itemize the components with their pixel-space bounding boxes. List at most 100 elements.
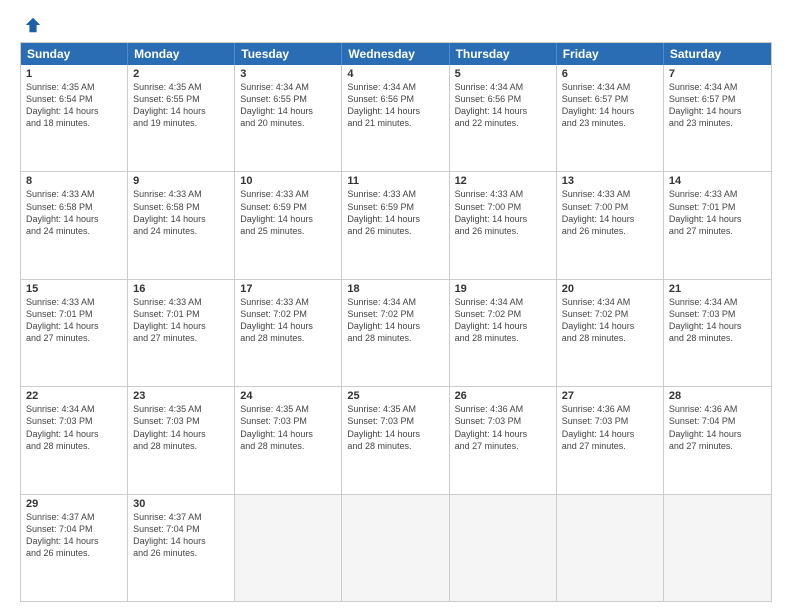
weekday-wednesday: Wednesday xyxy=(342,43,449,65)
day-number: 26 xyxy=(455,390,551,402)
cell-content: Sunrise: 4:35 AM Sunset: 7:03 PM Dayligh… xyxy=(347,403,443,452)
day-number: 16 xyxy=(133,283,229,295)
day-number: 13 xyxy=(562,175,658,187)
cell-content: Sunrise: 4:33 AM Sunset: 7:02 PM Dayligh… xyxy=(240,296,336,345)
weekday-monday: Monday xyxy=(128,43,235,65)
weekday-saturday: Saturday xyxy=(664,43,771,65)
cell-content: Sunrise: 4:34 AM Sunset: 7:03 PM Dayligh… xyxy=(669,296,766,345)
day-number: 30 xyxy=(133,498,229,510)
cell-content: Sunrise: 4:33 AM Sunset: 6:58 PM Dayligh… xyxy=(133,188,229,237)
calendar-cell-r3c2: 24Sunrise: 4:35 AM Sunset: 7:03 PM Dayli… xyxy=(235,387,342,493)
day-number: 7 xyxy=(669,68,766,80)
calendar-header: Sunday Monday Tuesday Wednesday Thursday… xyxy=(21,43,771,65)
calendar-cell-r1c3: 11Sunrise: 4:33 AM Sunset: 6:59 PM Dayli… xyxy=(342,172,449,278)
cell-content: Sunrise: 4:34 AM Sunset: 7:02 PM Dayligh… xyxy=(562,296,658,345)
calendar-cell-r3c1: 23Sunrise: 4:35 AM Sunset: 7:03 PM Dayli… xyxy=(128,387,235,493)
calendar-cell-r1c2: 10Sunrise: 4:33 AM Sunset: 6:59 PM Dayli… xyxy=(235,172,342,278)
day-number: 25 xyxy=(347,390,443,402)
cell-content: Sunrise: 4:33 AM Sunset: 7:01 PM Dayligh… xyxy=(26,296,122,345)
calendar-cell-r0c5: 6Sunrise: 4:34 AM Sunset: 6:57 PM Daylig… xyxy=(557,65,664,171)
calendar-row-4: 29Sunrise: 4:37 AM Sunset: 7:04 PM Dayli… xyxy=(21,494,771,601)
calendar-cell-r0c6: 7Sunrise: 4:34 AM Sunset: 6:57 PM Daylig… xyxy=(664,65,771,171)
day-number: 17 xyxy=(240,283,336,295)
day-number: 28 xyxy=(669,390,766,402)
header xyxy=(20,16,772,34)
calendar-cell-r4c0: 29Sunrise: 4:37 AM Sunset: 7:04 PM Dayli… xyxy=(21,495,128,601)
cell-content: Sunrise: 4:34 AM Sunset: 6:57 PM Dayligh… xyxy=(562,81,658,130)
cell-content: Sunrise: 4:36 AM Sunset: 7:03 PM Dayligh… xyxy=(562,403,658,452)
calendar-cell-r2c5: 20Sunrise: 4:34 AM Sunset: 7:02 PM Dayli… xyxy=(557,280,664,386)
calendar-cell-r3c3: 25Sunrise: 4:35 AM Sunset: 7:03 PM Dayli… xyxy=(342,387,449,493)
day-number: 15 xyxy=(26,283,122,295)
day-number: 6 xyxy=(562,68,658,80)
cell-content: Sunrise: 4:35 AM Sunset: 6:54 PM Dayligh… xyxy=(26,81,122,130)
calendar-row-0: 1Sunrise: 4:35 AM Sunset: 6:54 PM Daylig… xyxy=(21,65,771,171)
calendar-cell-r3c4: 26Sunrise: 4:36 AM Sunset: 7:03 PM Dayli… xyxy=(450,387,557,493)
cell-content: Sunrise: 4:34 AM Sunset: 7:02 PM Dayligh… xyxy=(455,296,551,345)
calendar-cell-r4c2 xyxy=(235,495,342,601)
day-number: 11 xyxy=(347,175,443,187)
logo-icon xyxy=(24,16,42,34)
cell-content: Sunrise: 4:34 AM Sunset: 6:57 PM Dayligh… xyxy=(669,81,766,130)
calendar-cell-r2c0: 15Sunrise: 4:33 AM Sunset: 7:01 PM Dayli… xyxy=(21,280,128,386)
calendar-cell-r1c4: 12Sunrise: 4:33 AM Sunset: 7:00 PM Dayli… xyxy=(450,172,557,278)
day-number: 9 xyxy=(133,175,229,187)
cell-content: Sunrise: 4:33 AM Sunset: 7:01 PM Dayligh… xyxy=(133,296,229,345)
calendar-cell-r4c6 xyxy=(664,495,771,601)
day-number: 4 xyxy=(347,68,443,80)
cell-content: Sunrise: 4:36 AM Sunset: 7:04 PM Dayligh… xyxy=(669,403,766,452)
day-number: 29 xyxy=(26,498,122,510)
calendar-row-2: 15Sunrise: 4:33 AM Sunset: 7:01 PM Dayli… xyxy=(21,279,771,386)
calendar-cell-r2c2: 17Sunrise: 4:33 AM Sunset: 7:02 PM Dayli… xyxy=(235,280,342,386)
weekday-tuesday: Tuesday xyxy=(235,43,342,65)
cell-content: Sunrise: 4:34 AM Sunset: 6:55 PM Dayligh… xyxy=(240,81,336,130)
calendar-cell-r2c6: 21Sunrise: 4:34 AM Sunset: 7:03 PM Dayli… xyxy=(664,280,771,386)
calendar-cell-r0c2: 3Sunrise: 4:34 AM Sunset: 6:55 PM Daylig… xyxy=(235,65,342,171)
calendar-cell-r1c6: 14Sunrise: 4:33 AM Sunset: 7:01 PM Dayli… xyxy=(664,172,771,278)
cell-content: Sunrise: 4:33 AM Sunset: 7:00 PM Dayligh… xyxy=(455,188,551,237)
calendar-cell-r0c0: 1Sunrise: 4:35 AM Sunset: 6:54 PM Daylig… xyxy=(21,65,128,171)
calendar-cell-r4c5 xyxy=(557,495,664,601)
calendar-row-1: 8Sunrise: 4:33 AM Sunset: 6:58 PM Daylig… xyxy=(21,171,771,278)
cell-content: Sunrise: 4:37 AM Sunset: 7:04 PM Dayligh… xyxy=(26,511,122,560)
calendar: Sunday Monday Tuesday Wednesday Thursday… xyxy=(20,42,772,602)
calendar-cell-r4c3 xyxy=(342,495,449,601)
cell-content: Sunrise: 4:33 AM Sunset: 6:58 PM Dayligh… xyxy=(26,188,122,237)
calendar-cell-r2c3: 18Sunrise: 4:34 AM Sunset: 7:02 PM Dayli… xyxy=(342,280,449,386)
page: Sunday Monday Tuesday Wednesday Thursday… xyxy=(0,0,792,612)
cell-content: Sunrise: 4:36 AM Sunset: 7:03 PM Dayligh… xyxy=(455,403,551,452)
cell-content: Sunrise: 4:34 AM Sunset: 7:03 PM Dayligh… xyxy=(26,403,122,452)
day-number: 12 xyxy=(455,175,551,187)
calendar-cell-r1c1: 9Sunrise: 4:33 AM Sunset: 6:58 PM Daylig… xyxy=(128,172,235,278)
day-number: 8 xyxy=(26,175,122,187)
calendar-cell-r3c5: 27Sunrise: 4:36 AM Sunset: 7:03 PM Dayli… xyxy=(557,387,664,493)
day-number: 2 xyxy=(133,68,229,80)
day-number: 22 xyxy=(26,390,122,402)
cell-content: Sunrise: 4:37 AM Sunset: 7:04 PM Dayligh… xyxy=(133,511,229,560)
day-number: 10 xyxy=(240,175,336,187)
cell-content: Sunrise: 4:33 AM Sunset: 6:59 PM Dayligh… xyxy=(240,188,336,237)
cell-content: Sunrise: 4:34 AM Sunset: 6:56 PM Dayligh… xyxy=(455,81,551,130)
calendar-cell-r0c3: 4Sunrise: 4:34 AM Sunset: 6:56 PM Daylig… xyxy=(342,65,449,171)
cell-content: Sunrise: 4:34 AM Sunset: 6:56 PM Dayligh… xyxy=(347,81,443,130)
weekday-thursday: Thursday xyxy=(450,43,557,65)
cell-content: Sunrise: 4:33 AM Sunset: 7:00 PM Dayligh… xyxy=(562,188,658,237)
day-number: 1 xyxy=(26,68,122,80)
cell-content: Sunrise: 4:35 AM Sunset: 7:03 PM Dayligh… xyxy=(133,403,229,452)
weekday-friday: Friday xyxy=(557,43,664,65)
calendar-body: 1Sunrise: 4:35 AM Sunset: 6:54 PM Daylig… xyxy=(21,65,771,601)
day-number: 19 xyxy=(455,283,551,295)
calendar-cell-r1c0: 8Sunrise: 4:33 AM Sunset: 6:58 PM Daylig… xyxy=(21,172,128,278)
day-number: 18 xyxy=(347,283,443,295)
calendar-cell-r2c4: 19Sunrise: 4:34 AM Sunset: 7:02 PM Dayli… xyxy=(450,280,557,386)
cell-content: Sunrise: 4:33 AM Sunset: 6:59 PM Dayligh… xyxy=(347,188,443,237)
calendar-cell-r3c6: 28Sunrise: 4:36 AM Sunset: 7:04 PM Dayli… xyxy=(664,387,771,493)
weekday-sunday: Sunday xyxy=(21,43,128,65)
cell-content: Sunrise: 4:35 AM Sunset: 7:03 PM Dayligh… xyxy=(240,403,336,452)
day-number: 24 xyxy=(240,390,336,402)
cell-content: Sunrise: 4:35 AM Sunset: 6:55 PM Dayligh… xyxy=(133,81,229,130)
day-number: 5 xyxy=(455,68,551,80)
calendar-cell-r0c1: 2Sunrise: 4:35 AM Sunset: 6:55 PM Daylig… xyxy=(128,65,235,171)
cell-content: Sunrise: 4:33 AM Sunset: 7:01 PM Dayligh… xyxy=(669,188,766,237)
logo xyxy=(20,16,42,34)
